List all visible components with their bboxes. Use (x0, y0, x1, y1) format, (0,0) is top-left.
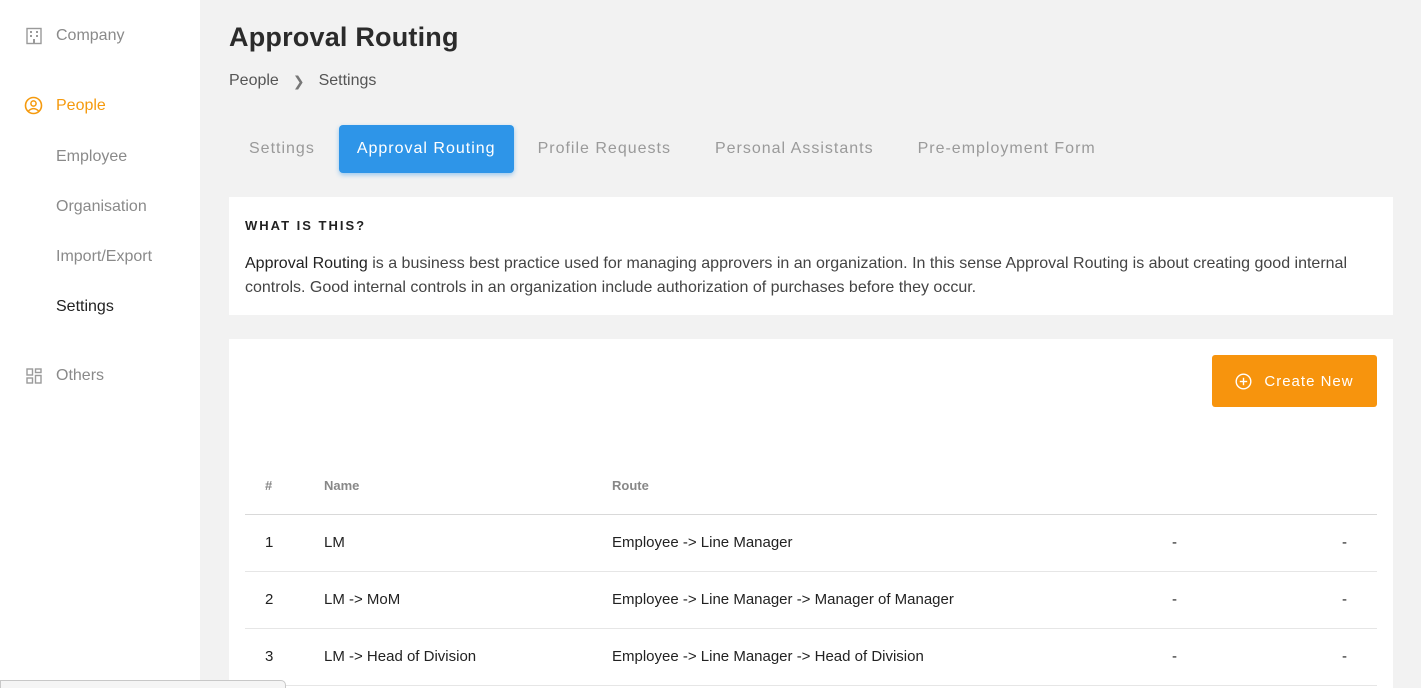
nav-others[interactable]: Others (24, 366, 104, 385)
col-header-number: # (245, 457, 324, 515)
row-value-a: - (1172, 514, 1307, 572)
tab-approval-routing[interactable]: Approval Routing (338, 125, 514, 173)
chevron-right-icon: ❯ (292, 72, 305, 89)
plus-circle-icon (1235, 372, 1252, 390)
table-header-row: # Name Route (245, 457, 1377, 515)
breadcrumb-settings: Settings (318, 72, 377, 89)
col-header-route: Route (612, 457, 1172, 515)
row-value-a: - (1172, 571, 1307, 629)
row-route: Employee -> Line Manager -> Head of Divi… (612, 628, 1172, 686)
browser-status-tooltip (0, 680, 286, 688)
nav-others-label: Others (56, 366, 105, 384)
row-number: 3 (245, 628, 324, 686)
row-value-b: - (1307, 628, 1377, 686)
info-card: WHAT IS THIS? Approval Routing is a busi… (229, 197, 1393, 315)
breadcrumb-people[interactable]: People (229, 72, 279, 90)
row-value-b: - (1307, 514, 1377, 572)
sidebar: Company People Employee Organisation Imp… (0, 0, 200, 688)
tab-personal-assistants[interactable]: Personal Assistants (695, 125, 894, 173)
main-content: Approval Routing People ❯ Settings Setti… (229, 0, 1393, 688)
tab-settings[interactable]: Settings (229, 125, 335, 173)
row-number: 1 (245, 514, 324, 572)
tab-profile-requests[interactable]: Profile Requests (518, 125, 691, 173)
info-term: Approval Routing (245, 255, 368, 272)
page-title: Approval Routing (229, 22, 459, 52)
row-number: 2 (245, 571, 324, 629)
routing-table: # Name Route 1 LM Employee -> Line Manag… (245, 457, 1377, 686)
info-heading: WHAT IS THIS? (245, 218, 367, 233)
row-route: Employee -> Line Manager (612, 514, 1172, 572)
row-route: Employee -> Line Manager -> Manager of M… (612, 571, 1172, 629)
col-header-b (1307, 457, 1377, 515)
info-body: is a business best practice used for man… (245, 255, 1348, 296)
sidebar-item-employee[interactable]: Employee (56, 148, 127, 166)
nav-people[interactable]: People (24, 96, 106, 115)
row-name: LM (324, 514, 612, 572)
table-row[interactable]: 1 LM Employee -> Line Manager - - (245, 514, 1377, 572)
col-header-a (1172, 457, 1307, 515)
nav-company-label: Company (56, 26, 125, 44)
info-description: Approval Routing is a business best prac… (245, 252, 1355, 300)
sidebar-item-import-export[interactable]: Import/Export (56, 248, 152, 266)
row-name: LM -> Head of Division (324, 628, 612, 686)
nav-company[interactable]: Company (24, 26, 124, 45)
create-new-button[interactable]: Create New (1212, 355, 1377, 407)
table-row[interactable]: 3 LM -> Head of Division Employee -> Lin… (245, 628, 1377, 686)
sidebar-item-organisation[interactable]: Organisation (56, 198, 147, 216)
create-new-label: Create New (1264, 372, 1354, 390)
col-header-name: Name (324, 457, 612, 515)
row-name: LM -> MoM (324, 571, 612, 629)
nav-people-label: People (56, 96, 106, 114)
sidebar-item-settings[interactable]: Settings (56, 298, 114, 316)
tab-pre-employment-form[interactable]: Pre-employment Form (898, 125, 1116, 173)
row-value-a: - (1172, 628, 1307, 686)
table-row[interactable]: 2 LM -> MoM Employee -> Line Manager -> … (245, 571, 1377, 629)
building-icon (24, 26, 43, 45)
user-circle-icon (24, 96, 43, 115)
routing-table-card: Create New # Name Route 1 LM Employee ->… (229, 339, 1393, 688)
tab-bar: Settings Approval Routing Profile Reques… (229, 125, 1120, 173)
grid-icon (24, 366, 43, 385)
row-value-b: - (1307, 571, 1377, 629)
breadcrumb: People ❯ Settings (229, 72, 376, 90)
